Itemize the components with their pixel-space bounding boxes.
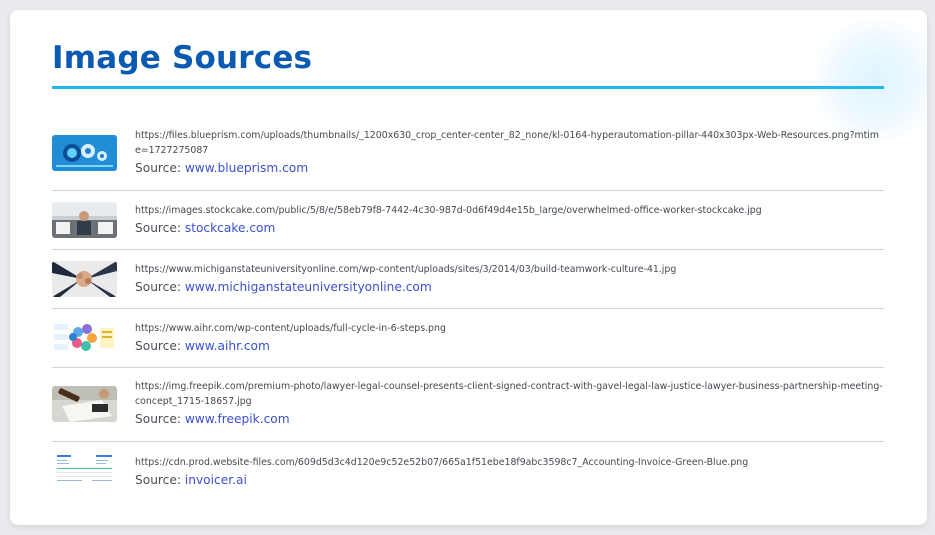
- source-row: https://www.aihr.com/wp-content/uploads/…: [52, 309, 884, 368]
- source-line: Source: invoicer.ai: [135, 473, 884, 487]
- source-row: https://files.blueprism.com/uploads/thum…: [52, 89, 884, 191]
- source-label: Source:: [135, 280, 181, 294]
- source-row: https://cdn.prod.website-files.com/609d5…: [52, 442, 884, 502]
- source-label: Source:: [135, 161, 181, 175]
- teamwork-hands-thumbnail-image: [52, 261, 117, 297]
- source-link[interactable]: stockcake.com: [185, 221, 276, 235]
- cycle-diagram-thumbnail-image: [52, 320, 117, 356]
- image-url: https://files.blueprism.com/uploads/thum…: [135, 130, 880, 156]
- cycle-diagram-thumbnail[interactable]: [52, 320, 117, 356]
- invoice-thumbnail-image: [52, 452, 117, 488]
- sources-list: https://files.blueprism.com/uploads/thum…: [52, 89, 884, 502]
- source-label: Source:: [135, 339, 181, 353]
- source-label: Source:: [135, 221, 181, 235]
- gavel-contract-thumbnail[interactable]: [52, 386, 117, 422]
- image-url: https://img.freepik.com/premium-photo/la…: [135, 381, 883, 407]
- source-info: https://cdn.prod.website-files.com/609d5…: [135, 455, 884, 487]
- source-link[interactable]: www.aihr.com: [185, 339, 270, 353]
- image-sources-card: Image Sources https://files.blueprism.co…: [10, 10, 927, 525]
- gavel-contract-thumbnail-image: [52, 386, 117, 422]
- source-row: https://www.michiganstateuniversityonlin…: [52, 250, 884, 309]
- source-row: https://images.stockcake.com/public/5/8/…: [52, 191, 884, 250]
- source-row: https://img.freepik.com/premium-photo/la…: [52, 368, 884, 442]
- source-link[interactable]: invoicer.ai: [185, 473, 247, 487]
- page-title: Image Sources: [52, 40, 313, 76]
- source-info: https://files.blueprism.com/uploads/thum…: [135, 128, 884, 175]
- office-worker-thumbnail[interactable]: [52, 202, 117, 238]
- source-line: Source: www.freepik.com: [135, 412, 884, 426]
- gears-thumbnail-image: [52, 135, 117, 171]
- image-url: https://cdn.prod.website-files.com/609d5…: [135, 457, 749, 468]
- source-label: Source:: [135, 473, 181, 487]
- source-label: Source:: [135, 412, 181, 426]
- source-info: https://www.aihr.com/wp-content/uploads/…: [135, 321, 884, 353]
- source-info: https://img.freepik.com/premium-photo/la…: [135, 379, 884, 426]
- image-url: https://www.michiganstateuniversityonlin…: [135, 264, 677, 275]
- image-url: https://images.stockcake.com/public/5/8/…: [135, 205, 762, 216]
- teamwork-hands-thumbnail[interactable]: [52, 261, 117, 297]
- source-line: Source: www.michiganstateuniversityonlin…: [135, 280, 884, 294]
- source-line: Source: www.aihr.com: [135, 339, 884, 353]
- source-link[interactable]: www.michiganstateuniversityonline.com: [185, 280, 432, 294]
- source-info: https://images.stockcake.com/public/5/8/…: [135, 203, 884, 235]
- source-line: Source: stockcake.com: [135, 221, 884, 235]
- source-info: https://www.michiganstateuniversityonlin…: [135, 262, 884, 294]
- source-link[interactable]: www.freepik.com: [185, 412, 290, 426]
- invoice-thumbnail[interactable]: [52, 452, 117, 488]
- office-worker-thumbnail-image: [52, 202, 117, 238]
- source-link[interactable]: www.blueprism.com: [185, 161, 308, 175]
- image-url: https://www.aihr.com/wp-content/uploads/…: [135, 323, 446, 334]
- source-line: Source: www.blueprism.com: [135, 161, 884, 175]
- gears-thumbnail[interactable]: [52, 135, 117, 171]
